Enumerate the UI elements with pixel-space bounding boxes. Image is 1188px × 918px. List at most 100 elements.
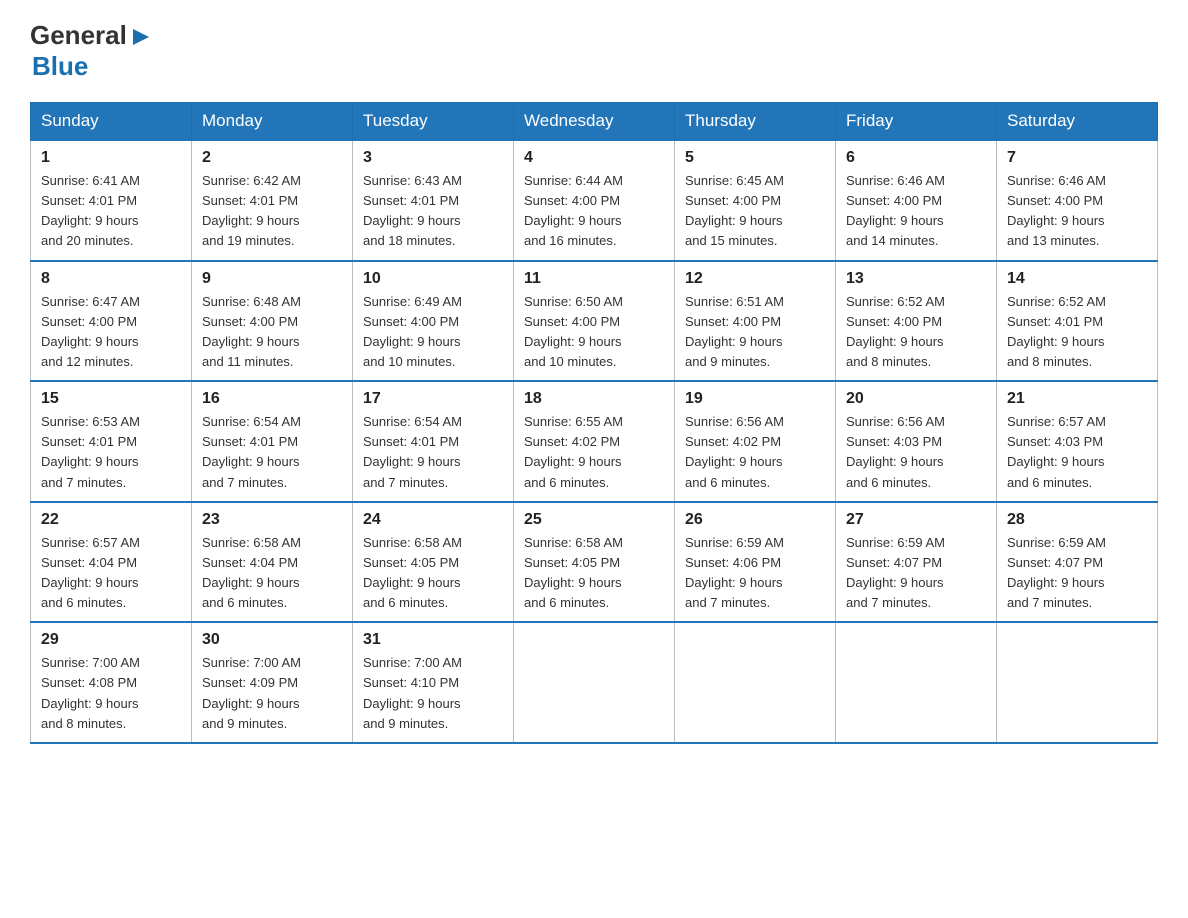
logo-triangle-icon <box>129 26 151 48</box>
day-number: 29 <box>41 631 181 649</box>
calendar-cell: 26 Sunrise: 6:59 AM Sunset: 4:06 PM Dayl… <box>675 502 836 623</box>
day-number: 26 <box>685 511 825 529</box>
calendar-cell: 4 Sunrise: 6:44 AM Sunset: 4:00 PM Dayli… <box>514 140 675 261</box>
day-info: Sunrise: 6:59 AM Sunset: 4:07 PM Dayligh… <box>846 533 986 614</box>
day-number: 22 <box>41 511 181 529</box>
day-number: 19 <box>685 390 825 408</box>
day-info: Sunrise: 6:56 AM Sunset: 4:03 PM Dayligh… <box>846 412 986 493</box>
day-info: Sunrise: 6:45 AM Sunset: 4:00 PM Dayligh… <box>685 171 825 252</box>
day-info: Sunrise: 6:50 AM Sunset: 4:00 PM Dayligh… <box>524 292 664 373</box>
calendar-cell: 28 Sunrise: 6:59 AM Sunset: 4:07 PM Dayl… <box>997 502 1158 623</box>
day-header-friday: Friday <box>836 103 997 141</box>
day-info: Sunrise: 6:58 AM Sunset: 4:05 PM Dayligh… <box>524 533 664 614</box>
calendar-cell: 6 Sunrise: 6:46 AM Sunset: 4:00 PM Dayli… <box>836 140 997 261</box>
day-number: 30 <box>202 631 342 649</box>
day-number: 8 <box>41 270 181 288</box>
day-info: Sunrise: 6:59 AM Sunset: 4:07 PM Dayligh… <box>1007 533 1147 614</box>
logo-general: General <box>30 20 127 51</box>
calendar-cell <box>675 622 836 743</box>
day-info: Sunrise: 6:56 AM Sunset: 4:02 PM Dayligh… <box>685 412 825 493</box>
calendar-cell: 30 Sunrise: 7:00 AM Sunset: 4:09 PM Dayl… <box>192 622 353 743</box>
day-info: Sunrise: 6:57 AM Sunset: 4:04 PM Dayligh… <box>41 533 181 614</box>
calendar-cell: 1 Sunrise: 6:41 AM Sunset: 4:01 PM Dayli… <box>31 140 192 261</box>
day-header-wednesday: Wednesday <box>514 103 675 141</box>
day-number: 20 <box>846 390 986 408</box>
day-info: Sunrise: 6:41 AM Sunset: 4:01 PM Dayligh… <box>41 171 181 252</box>
day-info: Sunrise: 7:00 AM Sunset: 4:08 PM Dayligh… <box>41 653 181 734</box>
calendar-week-row: 8 Sunrise: 6:47 AM Sunset: 4:00 PM Dayli… <box>31 261 1158 382</box>
day-number: 7 <box>1007 149 1147 167</box>
day-number: 12 <box>685 270 825 288</box>
day-info: Sunrise: 6:59 AM Sunset: 4:06 PM Dayligh… <box>685 533 825 614</box>
day-info: Sunrise: 7:00 AM Sunset: 4:09 PM Dayligh… <box>202 653 342 734</box>
day-number: 23 <box>202 511 342 529</box>
calendar-cell: 21 Sunrise: 6:57 AM Sunset: 4:03 PM Dayl… <box>997 381 1158 502</box>
day-info: Sunrise: 6:54 AM Sunset: 4:01 PM Dayligh… <box>363 412 503 493</box>
logo-blue: Blue <box>32 51 88 81</box>
calendar-cell: 8 Sunrise: 6:47 AM Sunset: 4:00 PM Dayli… <box>31 261 192 382</box>
day-number: 9 <box>202 270 342 288</box>
calendar-cell: 19 Sunrise: 6:56 AM Sunset: 4:02 PM Dayl… <box>675 381 836 502</box>
calendar-cell: 25 Sunrise: 6:58 AM Sunset: 4:05 PM Dayl… <box>514 502 675 623</box>
calendar-header-row: SundayMondayTuesdayWednesdayThursdayFrid… <box>31 103 1158 141</box>
day-info: Sunrise: 6:54 AM Sunset: 4:01 PM Dayligh… <box>202 412 342 493</box>
day-number: 31 <box>363 631 503 649</box>
calendar-cell <box>514 622 675 743</box>
day-header-saturday: Saturday <box>997 103 1158 141</box>
calendar-cell: 31 Sunrise: 7:00 AM Sunset: 4:10 PM Dayl… <box>353 622 514 743</box>
calendar-week-row: 15 Sunrise: 6:53 AM Sunset: 4:01 PM Dayl… <box>31 381 1158 502</box>
calendar-cell: 18 Sunrise: 6:55 AM Sunset: 4:02 PM Dayl… <box>514 381 675 502</box>
day-info: Sunrise: 6:58 AM Sunset: 4:04 PM Dayligh… <box>202 533 342 614</box>
calendar-cell: 27 Sunrise: 6:59 AM Sunset: 4:07 PM Dayl… <box>836 502 997 623</box>
day-info: Sunrise: 6:46 AM Sunset: 4:00 PM Dayligh… <box>846 171 986 252</box>
day-number: 17 <box>363 390 503 408</box>
calendar-cell: 3 Sunrise: 6:43 AM Sunset: 4:01 PM Dayli… <box>353 140 514 261</box>
day-info: Sunrise: 6:49 AM Sunset: 4:00 PM Dayligh… <box>363 292 503 373</box>
day-number: 21 <box>1007 390 1147 408</box>
calendar-table: SundayMondayTuesdayWednesdayThursdayFrid… <box>30 102 1158 744</box>
calendar-cell: 2 Sunrise: 6:42 AM Sunset: 4:01 PM Dayli… <box>192 140 353 261</box>
day-info: Sunrise: 6:48 AM Sunset: 4:00 PM Dayligh… <box>202 292 342 373</box>
calendar-cell: 23 Sunrise: 6:58 AM Sunset: 4:04 PM Dayl… <box>192 502 353 623</box>
day-header-thursday: Thursday <box>675 103 836 141</box>
day-number: 28 <box>1007 511 1147 529</box>
day-info: Sunrise: 6:43 AM Sunset: 4:01 PM Dayligh… <box>363 171 503 252</box>
calendar-cell: 10 Sunrise: 6:49 AM Sunset: 4:00 PM Dayl… <box>353 261 514 382</box>
calendar-week-row: 1 Sunrise: 6:41 AM Sunset: 4:01 PM Dayli… <box>31 140 1158 261</box>
day-number: 27 <box>846 511 986 529</box>
calendar-cell <box>836 622 997 743</box>
calendar-week-row: 22 Sunrise: 6:57 AM Sunset: 4:04 PM Dayl… <box>31 502 1158 623</box>
calendar-cell: 11 Sunrise: 6:50 AM Sunset: 4:00 PM Dayl… <box>514 261 675 382</box>
day-info: Sunrise: 6:51 AM Sunset: 4:00 PM Dayligh… <box>685 292 825 373</box>
day-info: Sunrise: 6:44 AM Sunset: 4:00 PM Dayligh… <box>524 171 664 252</box>
day-number: 5 <box>685 149 825 167</box>
day-info: Sunrise: 6:53 AM Sunset: 4:01 PM Dayligh… <box>41 412 181 493</box>
day-info: Sunrise: 6:46 AM Sunset: 4:00 PM Dayligh… <box>1007 171 1147 252</box>
day-number: 2 <box>202 149 342 167</box>
calendar-cell <box>997 622 1158 743</box>
calendar-cell: 12 Sunrise: 6:51 AM Sunset: 4:00 PM Dayl… <box>675 261 836 382</box>
day-number: 11 <box>524 270 664 288</box>
day-number: 24 <box>363 511 503 529</box>
day-number: 16 <box>202 390 342 408</box>
day-number: 25 <box>524 511 664 529</box>
day-info: Sunrise: 6:57 AM Sunset: 4:03 PM Dayligh… <box>1007 412 1147 493</box>
day-number: 13 <box>846 270 986 288</box>
day-number: 18 <box>524 390 664 408</box>
day-info: Sunrise: 6:58 AM Sunset: 4:05 PM Dayligh… <box>363 533 503 614</box>
day-header-tuesday: Tuesday <box>353 103 514 141</box>
day-header-monday: Monday <box>192 103 353 141</box>
day-number: 15 <box>41 390 181 408</box>
calendar-cell: 9 Sunrise: 6:48 AM Sunset: 4:00 PM Dayli… <box>192 261 353 382</box>
day-info: Sunrise: 6:47 AM Sunset: 4:00 PM Dayligh… <box>41 292 181 373</box>
calendar-cell: 22 Sunrise: 6:57 AM Sunset: 4:04 PM Dayl… <box>31 502 192 623</box>
day-number: 10 <box>363 270 503 288</box>
calendar-cell: 20 Sunrise: 6:56 AM Sunset: 4:03 PM Dayl… <box>836 381 997 502</box>
day-info: Sunrise: 6:55 AM Sunset: 4:02 PM Dayligh… <box>524 412 664 493</box>
calendar-cell: 13 Sunrise: 6:52 AM Sunset: 4:00 PM Dayl… <box>836 261 997 382</box>
calendar-cell: 29 Sunrise: 7:00 AM Sunset: 4:08 PM Dayl… <box>31 622 192 743</box>
day-number: 4 <box>524 149 664 167</box>
calendar-cell: 14 Sunrise: 6:52 AM Sunset: 4:01 PM Dayl… <box>997 261 1158 382</box>
calendar-cell: 24 Sunrise: 6:58 AM Sunset: 4:05 PM Dayl… <box>353 502 514 623</box>
day-number: 14 <box>1007 270 1147 288</box>
